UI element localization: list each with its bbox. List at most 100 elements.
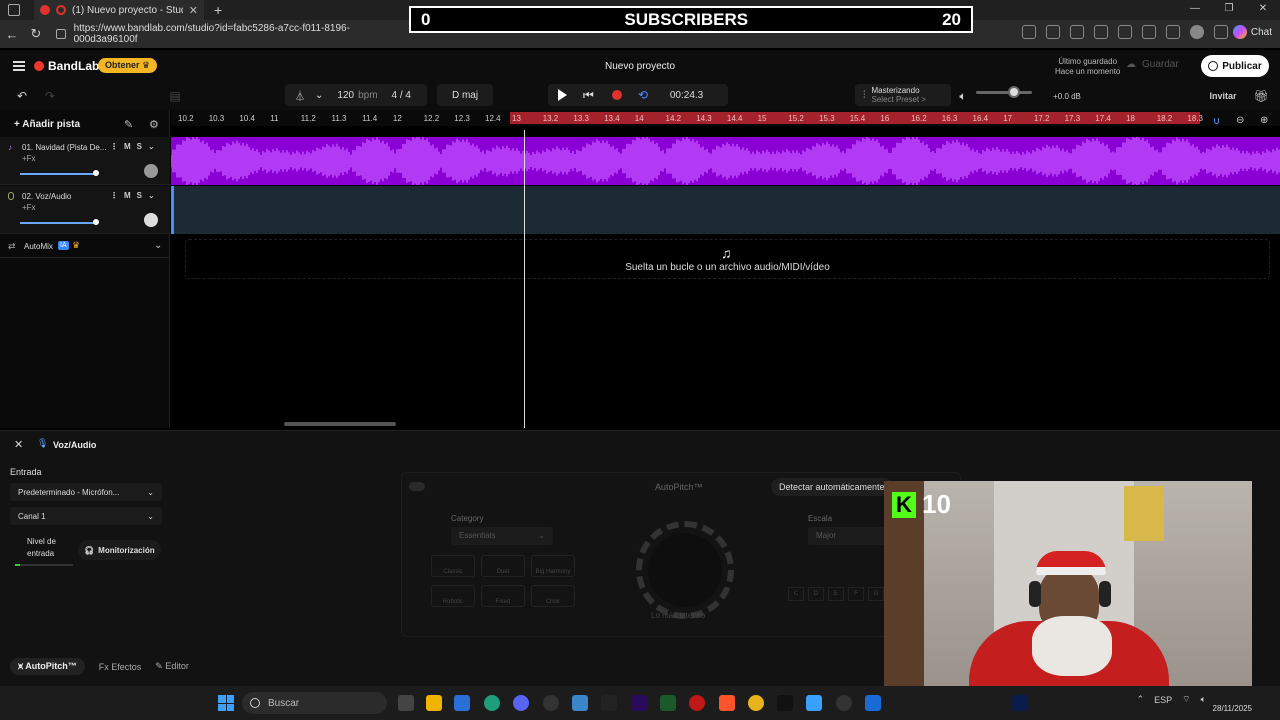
reload-button[interactable]: ↻ [24, 26, 48, 42]
metronome-icon[interactable]: ⏃ [295, 88, 305, 103]
photoshop-icon[interactable] [1012, 695, 1028, 711]
gift-icon[interactable]: 🎁︎ [1253, 86, 1268, 106]
capcut-icon[interactable] [601, 695, 617, 711]
key-button[interactable]: E [828, 587, 844, 601]
chevron-down-icon[interactable]: ⌄ [148, 191, 155, 200]
extension-icon[interactable] [1022, 25, 1036, 39]
horizontal-scrollbar[interactable] [284, 422, 396, 426]
track-header-2[interactable]: 02. Voz/Audio +Fx ⋮ M S ⌄ [0, 186, 170, 234]
master-volume-slider[interactable] [976, 91, 1032, 94]
time-signature[interactable]: 4 / 4 [392, 90, 411, 101]
key-button[interactable]: D [808, 587, 824, 601]
chevron-down-icon[interactable]: ⌄ [148, 142, 155, 151]
category-select[interactable]: Essentials ⌄ [451, 527, 553, 545]
chevron-down-icon[interactable]: ⌄ [315, 90, 323, 101]
favorite-star-icon[interactable] [1094, 25, 1108, 39]
more-menu-icon[interactable] [1214, 25, 1228, 39]
track-2-lane[interactable] [171, 186, 1280, 234]
play-icon[interactable] [558, 89, 567, 101]
redo-button[interactable]: ↷ [40, 86, 60, 106]
chrome-icon[interactable] [748, 695, 764, 711]
chevron-down-icon[interactable]: ⌄ [154, 240, 162, 251]
solo-button[interactable]: S [137, 142, 142, 151]
preset-button[interactable]: Choir [531, 585, 575, 607]
key-button[interactable]: C [788, 587, 804, 601]
track-settings-icon[interactable]: ⚙ [149, 118, 159, 131]
clock[interactable]: 28/11/2025 [1213, 692, 1252, 714]
back-button[interactable]: ← [0, 27, 24, 42]
edge-icon[interactable] [484, 695, 500, 711]
publish-button[interactable]: Publicar [1201, 55, 1269, 77]
preset-button[interactable]: Duet [481, 555, 525, 577]
track-menu-icon[interactable]: ⋮ [110, 191, 118, 200]
wifi-icon[interactable]: ⌔ [1182, 694, 1190, 705]
auto-detect-button[interactable]: Detectar automáticamente [771, 478, 893, 496]
app2-icon[interactable] [660, 695, 676, 711]
browser-tab[interactable]: (1) Nuevo proyecto - Studio ✕ [34, 0, 204, 20]
track-header-1[interactable]: ♪ 01. Navidad (Pista De... +Fx ⋮ M S ⌄ [0, 137, 170, 185]
new-tab-button[interactable]: + [214, 2, 222, 18]
premiere-icon[interactable] [631, 695, 647, 711]
obs-icon[interactable] [543, 695, 559, 711]
zoom-icon[interactable] [1070, 25, 1084, 39]
track-2-fx[interactable]: +Fx [22, 203, 36, 212]
app4-icon[interactable] [836, 695, 852, 711]
track-1-volume-knob[interactable] [93, 170, 99, 176]
tab-autopitch[interactable]: ⩙ AutoPitch™ [10, 658, 85, 675]
key-selector[interactable]: D maj [437, 84, 493, 106]
zoom-out-icon[interactable]: ⊖ [1236, 115, 1244, 126]
speaker-mute-icon[interactable]: 🔈︎ [956, 86, 970, 106]
tab-efectos[interactable]: Fx Efectos [99, 662, 142, 672]
track-1-lane[interactable] [171, 137, 1280, 185]
copilot-chat-button[interactable]: Chat [1232, 25, 1272, 39]
invite-button[interactable]: Invitar [1208, 86, 1238, 106]
snap-magnet-icon[interactable]: ∪ [1213, 116, 1220, 127]
preset-button[interactable]: Classic [431, 555, 475, 577]
add-track-button[interactable]: + Añadir pista [14, 119, 80, 130]
minimize-button[interactable]: — [1178, 0, 1212, 18]
channel-select[interactable]: Canal 1 ⌄ [10, 507, 162, 525]
track-2-name[interactable]: 02. Voz/Audio [22, 192, 107, 201]
windows-start-icon[interactable] [218, 695, 234, 711]
monitoring-button[interactable]: 🎧︎ Monitorización [78, 540, 161, 560]
site-info-icon[interactable] [56, 29, 66, 39]
key-button[interactable]: F [848, 587, 864, 601]
split-screen-icon[interactable] [1046, 25, 1060, 39]
input-device-select[interactable]: Predeterminado - Micrófon... ⌄ [10, 483, 162, 501]
solo-button[interactable]: S [137, 191, 142, 200]
track-2-volume-knob[interactable] [93, 219, 99, 225]
record-icon[interactable] [611, 90, 622, 100]
file-explorer-icon[interactable] [426, 695, 442, 711]
tab-editor[interactable]: ✎ Editor [155, 661, 189, 672]
close-panel-icon[interactable]: ✕ [14, 438, 23, 451]
mastering-button[interactable]: ⫶ Masterizando Select Preset > [855, 84, 951, 106]
profile-avatar[interactable] [1190, 25, 1204, 39]
track-2-volume-slider[interactable] [20, 222, 96, 224]
track-1-volume-slider[interactable] [20, 173, 96, 175]
task-view-icon[interactable] [398, 695, 414, 711]
zoom-in-icon[interactable]: ⊕ [1260, 115, 1268, 126]
scale-select[interactable]: Major [808, 527, 888, 545]
lang-indicator[interactable]: ESP [1154, 695, 1172, 705]
mute-button[interactable]: M [124, 142, 131, 151]
master-volume-knob[interactable] [1008, 86, 1020, 98]
maximize-button[interactable]: ❐ [1212, 0, 1246, 18]
brave-icon[interactable] [719, 695, 735, 711]
chevron-up-icon[interactable]: ⌃ [1137, 694, 1145, 705]
mixer-icon[interactable]: ▤ [165, 86, 185, 106]
url-field[interactable]: https://www.bandlab.com/studio?id=fabc52… [56, 23, 396, 45]
track-menu-icon[interactable]: ⋮ [110, 142, 118, 151]
shield-icon[interactable] [1118, 25, 1132, 39]
pencil-tool-icon[interactable]: ✎ [124, 118, 133, 131]
taskbar-search[interactable]: Buscar [242, 692, 387, 714]
media-icon[interactable] [689, 695, 705, 711]
preset-button[interactable]: Big Harmony [531, 555, 575, 577]
key-button[interactable]: G [868, 587, 884, 601]
preset-button[interactable]: Fixed [481, 585, 525, 607]
track-1-fx[interactable]: +Fx [22, 154, 36, 163]
store-icon[interactable] [454, 695, 470, 711]
undo-button[interactable]: ↶ [12, 86, 32, 106]
close-tab-icon[interactable]: ✕ [189, 4, 198, 17]
app3-icon[interactable] [806, 695, 822, 711]
window-menu-icon[interactable] [8, 4, 20, 16]
